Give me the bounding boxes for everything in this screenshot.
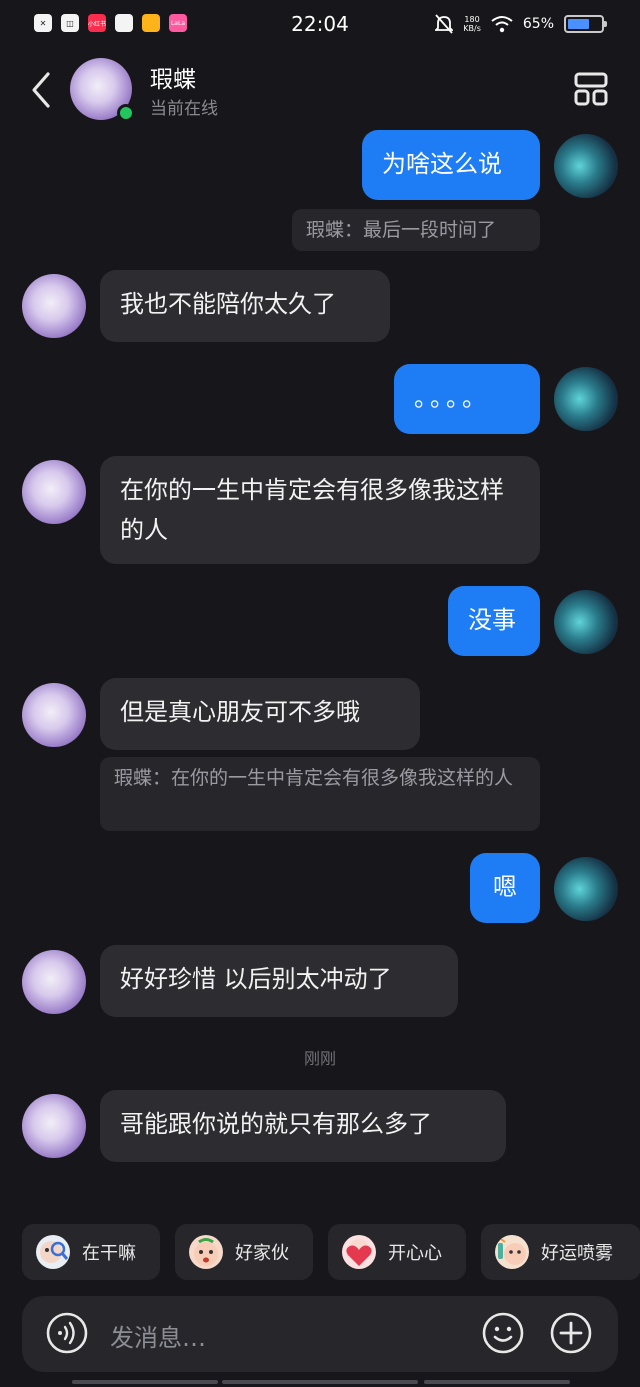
- back-icon[interactable]: [26, 70, 56, 110]
- plus-icon[interactable]: [550, 1312, 592, 1354]
- quoted-message[interactable]: 瑕蝶：最后一段时间了: [292, 209, 540, 251]
- battery-icon: [564, 15, 607, 33]
- emoji-icon[interactable]: [482, 1312, 524, 1354]
- online-indicator: [117, 104, 135, 122]
- my-avatar[interactable]: [554, 367, 618, 431]
- status-bar: ✕ ◫ 小红书 LaLa 22:04 180 KB/s 65%: [0, 0, 640, 50]
- outgoing-message[interactable]: 。。。。: [394, 364, 540, 434]
- mute-icon: [435, 14, 454, 34]
- battery-level: [568, 19, 589, 29]
- wifi-icon: [491, 16, 513, 33]
- contact-message-avatar[interactable]: [22, 274, 86, 338]
- grid-menu-icon[interactable]: [574, 72, 608, 106]
- my-avatar[interactable]: [554, 857, 618, 921]
- net-speed: 180 KB/s: [463, 15, 481, 33]
- contact-name[interactable]: 瑕蝶: [150, 60, 196, 94]
- shocked-emoji-icon: [189, 1235, 223, 1269]
- my-avatar[interactable]: [554, 590, 618, 654]
- chat-header: 瑕蝶 当前在线: [0, 50, 640, 130]
- peek-emoji-icon: [36, 1235, 70, 1269]
- message-timestamp: 刚刚: [303, 1049, 336, 1068]
- contact-message-avatar[interactable]: [22, 683, 86, 747]
- incoming-message[interactable]: 但是真心朋友可不多哦: [100, 678, 420, 750]
- quick-reply-label: 在干嘛: [82, 1243, 136, 1264]
- contact-message-avatar[interactable]: [22, 1094, 86, 1158]
- quoted-message[interactable]: 瑕蝶：在你的一生中肯定会有很多像我这样的人: [100, 757, 540, 831]
- quick-reply-chip[interactable]: 开心心: [328, 1224, 466, 1280]
- spray-emoji-icon: [495, 1235, 529, 1269]
- quick-reply-chip[interactable]: 好家伙: [175, 1224, 313, 1280]
- incoming-message[interactable]: 在你的一生中肯定会有很多像我这样的人: [100, 456, 540, 564]
- outgoing-message[interactable]: 嗯: [470, 853, 540, 923]
- net-speed-value: 180: [464, 15, 480, 24]
- my-avatar[interactable]: [554, 134, 618, 198]
- message-input-bar: 发消息…: [22, 1296, 618, 1372]
- nav-bar-segment: [424, 1380, 570, 1384]
- message-input[interactable]: 发消息…: [110, 1318, 206, 1353]
- net-speed-unit: KB/s: [463, 24, 481, 33]
- quick-reply-chip[interactable]: 在干嘛: [22, 1224, 160, 1280]
- outgoing-message[interactable]: 为啥这么说: [362, 130, 540, 200]
- battery-percent: 65%: [522, 16, 554, 32]
- incoming-message[interactable]: 哥能跟你说的就只有那么多了: [100, 1090, 506, 1162]
- quick-reply-label: 好家伙: [235, 1243, 289, 1264]
- contact-message-avatar[interactable]: [22, 950, 86, 1014]
- contact-message-avatar[interactable]: [22, 460, 86, 524]
- nav-bar-segment: [72, 1380, 218, 1384]
- quick-reply-label: 开心心: [388, 1243, 442, 1264]
- incoming-message[interactable]: 好好珍惜 以后别太冲动了: [100, 945, 458, 1017]
- quick-reply-label: 好运喷雾: [541, 1243, 613, 1264]
- quick-reply-chip[interactable]: 好运喷雾: [481, 1224, 640, 1280]
- voice-input-icon[interactable]: [46, 1312, 88, 1354]
- heart-emoji-icon: [342, 1235, 376, 1269]
- contact-status: 当前在线: [150, 99, 218, 119]
- outgoing-message[interactable]: 没事: [448, 586, 540, 656]
- incoming-message[interactable]: 我也不能陪你太久了: [100, 270, 390, 342]
- nav-bar-segment: [222, 1380, 418, 1384]
